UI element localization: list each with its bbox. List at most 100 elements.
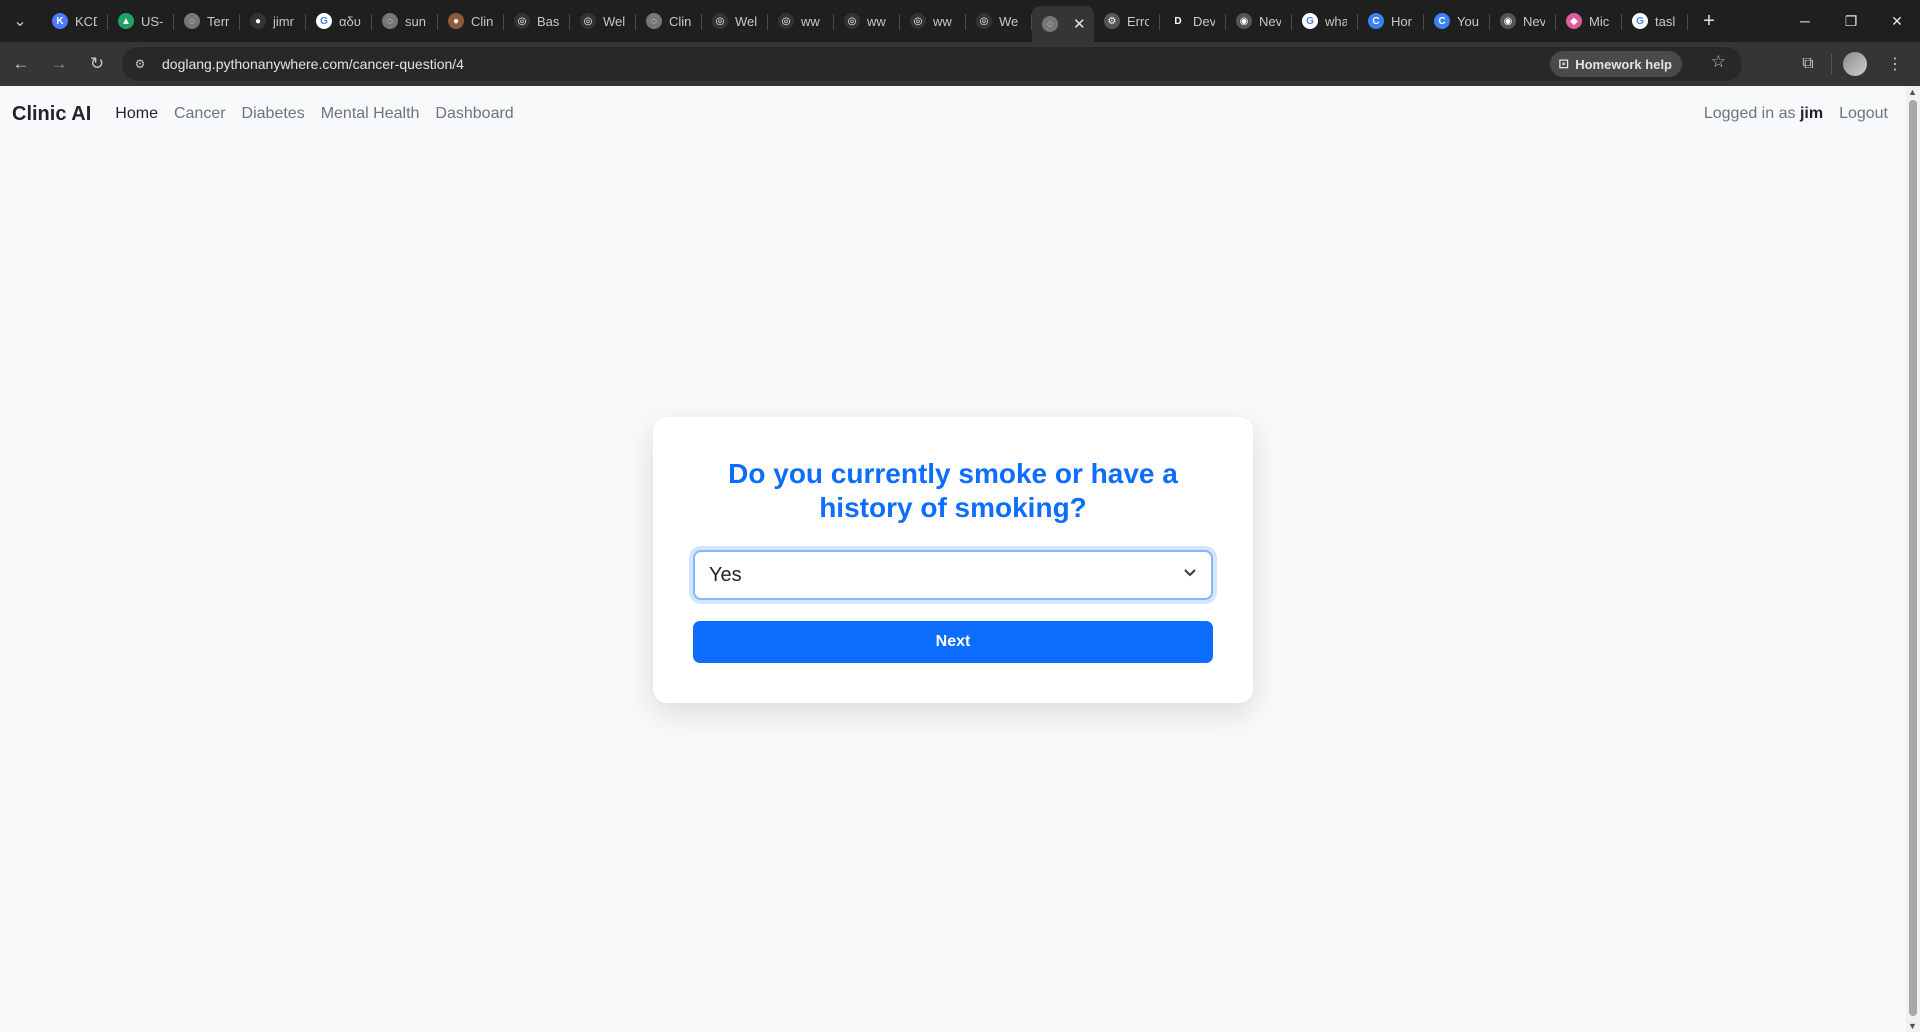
- scroll-down-icon[interactable]: ▼: [1908, 1021, 1917, 1031]
- logged-in-prefix: Logged in as: [1703, 105, 1796, 122]
- tab-title: We: [999, 13, 1019, 29]
- nav-link-dashboard[interactable]: Dashboard: [435, 105, 513, 123]
- tab-favicon-icon: ◎: [778, 13, 794, 29]
- avatar: [1843, 52, 1867, 76]
- browser-tab[interactable]: Gwha: [1292, 5, 1358, 37]
- tab-favicon-icon: ◌: [1042, 16, 1058, 32]
- extensions-icon[interactable]: ⧉: [1791, 47, 1825, 81]
- tab-favicon-icon: G: [1632, 13, 1648, 29]
- tab-favicon-icon: ⚙: [1104, 13, 1120, 29]
- tab-favicon-icon: ●: [250, 13, 266, 29]
- browser-tab[interactable]: D Dev: [1160, 5, 1226, 37]
- tab-favicon-icon: ◎: [976, 13, 992, 29]
- page-scrollbar[interactable]: ▲ ▼: [1906, 86, 1920, 1032]
- nav-link-home[interactable]: Home: [115, 105, 158, 123]
- minimize-icon[interactable]: ─: [1782, 0, 1828, 42]
- browser-tab[interactable]: ◎ Basi: [504, 5, 570, 37]
- browser-tab[interactable]: ◉ Nev: [1490, 5, 1556, 37]
- browser-tab[interactable]: ◎ ww: [834, 5, 900, 37]
- next-button[interactable]: Next: [693, 621, 1213, 663]
- tab-title: Clin: [471, 13, 493, 29]
- camera-search-icon: ⊡: [1558, 56, 1570, 71]
- browser-tab[interactable]: ◌ Clin: [636, 5, 702, 37]
- browser-tab[interactable]: ◆ Mic: [1556, 5, 1622, 37]
- browser-toolbar: ← → ↻ ⚙ doglang.pythonanywhere.com/cance…: [0, 42, 1920, 86]
- browser-tab[interactable]: ● jimr: [240, 5, 306, 37]
- tab-title: sun: [405, 13, 426, 29]
- page: Clinic AI Home Cancer Diabetes Mental He…: [0, 86, 1906, 1032]
- browser-tab[interactable]: Gtasl: [1622, 5, 1688, 37]
- browser-tab[interactable]: ▲ US-: [108, 5, 174, 37]
- tab-search-icon[interactable]: ⌄: [6, 7, 34, 35]
- tab-title: Mic: [1589, 13, 1610, 29]
- browser-tab[interactable]: K KCD: [42, 5, 108, 37]
- address-bar[interactable]: ⚙ doglang.pythonanywhere.com/cancer-ques…: [122, 47, 1742, 81]
- new-tab-button[interactable]: +: [1694, 6, 1724, 36]
- forward-arrow-icon[interactable]: →: [42, 47, 76, 81]
- browser-tab[interactable]: Gαδυ: [306, 5, 372, 37]
- tab-close-icon[interactable]: ✕: [1073, 15, 1086, 33]
- chevron-down-icon: [1183, 565, 1197, 582]
- nav-link-diabetes[interactable]: Diabetes: [242, 105, 305, 123]
- tab-title: Nev: [1259, 13, 1281, 29]
- menu-dots-icon[interactable]: ⋮: [1878, 47, 1912, 81]
- browser-tab[interactable]: C Hor: [1358, 5, 1424, 37]
- tab-title: Erro: [1127, 13, 1149, 29]
- tab-title: tasl: [1655, 13, 1676, 29]
- tab-favicon-icon: ◉: [1236, 13, 1252, 29]
- browser-tab[interactable]: ◎ Wel: [702, 5, 768, 37]
- tab-title: Dev: [1193, 13, 1215, 29]
- browser-tab[interactable]: ● Clin: [438, 5, 504, 37]
- tab-favicon-icon: ◎: [844, 13, 860, 29]
- browser-tab[interactable]: ◌ Terr: [174, 5, 240, 37]
- tab-title: You: [1457, 13, 1479, 29]
- close-window-icon[interactable]: ✕: [1874, 0, 1920, 42]
- browser-tab[interactable]: ◎ ww: [900, 5, 966, 37]
- tab-title: Wel: [735, 13, 757, 29]
- site-info-icon[interactable]: ⚙: [128, 52, 152, 76]
- browser-tab[interactable]: ◌ ✕: [1032, 6, 1094, 42]
- tab-favicon-icon: C: [1434, 13, 1450, 29]
- tab-title: ww: [867, 13, 886, 29]
- homework-help-button[interactable]: ⊡ Homework help: [1550, 51, 1682, 77]
- bookmark-star-icon[interactable]: ☆: [1711, 52, 1726, 72]
- tab-title: ww: [801, 13, 820, 29]
- nav-link-cancer[interactable]: Cancer: [174, 105, 226, 123]
- tab-favicon-icon: ◎: [514, 13, 530, 29]
- tab-title: Hor: [1391, 13, 1412, 29]
- brand-logo[interactable]: Clinic AI: [12, 103, 91, 126]
- browser-tab[interactable]: ◎ We: [966, 5, 1032, 37]
- scroll-up-icon[interactable]: ▲: [1908, 87, 1917, 97]
- tab-favicon-icon: ◉: [1500, 13, 1516, 29]
- tab-favicon-icon: ▲: [118, 13, 134, 29]
- reload-icon[interactable]: ↻: [80, 47, 114, 81]
- user-area: Logged in as jim Logout: [1704, 86, 1888, 142]
- url-text[interactable]: doglang.pythonanywhere.com/cancer-questi…: [162, 56, 464, 72]
- tab-title: αδυ: [339, 13, 361, 29]
- scrollbar-thumb[interactable]: [1909, 100, 1917, 1016]
- browser-tab[interactable]: ⚙ Erro: [1094, 5, 1160, 37]
- browser-tab[interactable]: ◎ Wel: [570, 5, 636, 37]
- restore-icon[interactable]: ❐: [1828, 0, 1874, 42]
- browser-tab[interactable]: ◌ sun: [372, 5, 438, 37]
- tab-favicon-icon: ◌: [646, 13, 662, 29]
- window-controls: ─ ❐ ✕: [1782, 0, 1920, 42]
- logout-link[interactable]: Logout: [1839, 105, 1888, 123]
- profile-avatar[interactable]: [1838, 47, 1872, 81]
- navbar: Clinic AI Home Cancer Diabetes Mental He…: [0, 86, 1906, 142]
- tab-list: K KCD ▲ US- ◌ Terr ● jimr Gαδυ ◌ sun ● Clin ◎ Basi ◎ Wel…: [42, 0, 1688, 42]
- tab-title: Terr: [207, 13, 229, 29]
- browser-tab[interactable]: ◉ Nev: [1226, 5, 1292, 37]
- tab-title: Clin: [669, 13, 691, 29]
- tab-favicon-icon: ◌: [184, 13, 200, 29]
- nav-link-mental-health[interactable]: Mental Health: [321, 105, 420, 123]
- username: jim: [1799, 105, 1824, 122]
- tab-favicon-icon: K: [52, 13, 68, 29]
- tab-title: US-: [141, 13, 163, 29]
- toolbar-right: ⧉ ⋮: [1791, 47, 1912, 81]
- answer-select[interactable]: Yes: [693, 550, 1213, 600]
- browser-tab[interactable]: C You: [1424, 5, 1490, 37]
- tab-favicon-icon: G: [316, 13, 332, 29]
- back-arrow-icon[interactable]: ←: [4, 47, 38, 81]
- browser-tab[interactable]: ◎ ww: [768, 5, 834, 37]
